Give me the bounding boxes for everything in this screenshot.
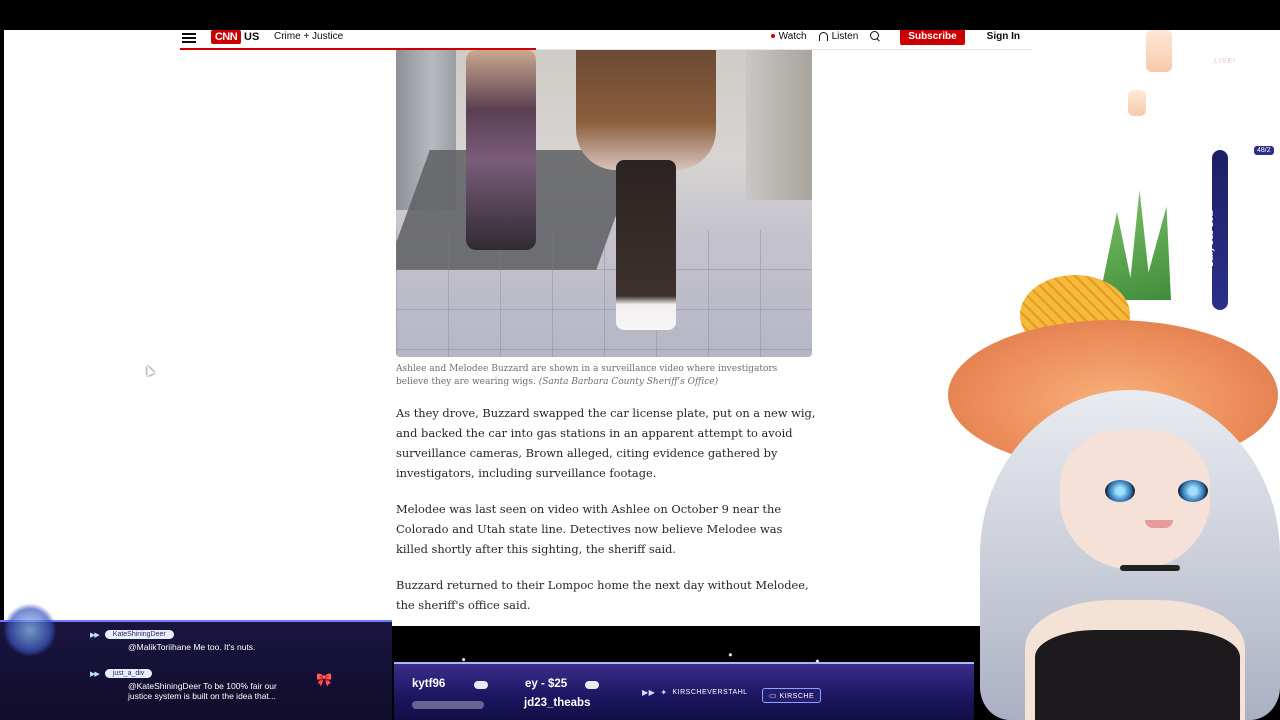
sign-in-link[interactable]: Sign In [977,31,1028,42]
lantern-deco [1146,30,1172,72]
arrow-icon: ▶▶ [642,688,656,697]
vtuber-avatar [940,180,1280,720]
social-handle: KIRSCHEVERSTAHL [672,689,748,696]
article-paragraph: Buzzard returned to their Lompoc home th… [396,578,809,612]
stream-chat: ▶▶ KateShiningDeer @MalikToriihane Me too… [0,620,392,720]
cnn-logo[interactable]: CNN [211,30,241,44]
search-icon[interactable] [870,31,880,41]
chat-bubble-icon: ▭ [769,691,778,700]
listen-label: Listen [831,30,859,42]
mouse-cursor-icon [143,363,155,377]
avatar-eye [1105,480,1135,502]
article-paragraph: Melodee was last seen on video with Ashl… [396,502,783,556]
chat-cat-deco [4,602,56,658]
watch-label: Watch [778,30,807,42]
sub-goal-count: 48/2 [1254,146,1274,155]
caption-credit: (Santa Barbara County Sheriff's Office) [538,377,719,387]
ticker-divider [585,681,599,689]
headphones-icon [818,31,828,41]
live-badge: LIVE! [1214,58,1237,65]
ticker-item: kytf96 [412,678,446,690]
avatar-top [1035,630,1240,720]
lantern-deco [1128,90,1146,116]
avatar-mouth [1145,520,1173,528]
chat-text: @MalikToriihane Me too. It's nuts. [128,642,256,652]
section-link-crime-justice[interactable]: Crime + Justice [274,30,343,44]
chat-message: ▶▶ just_a_div @KateShiningDeer To be 100%… [90,669,300,701]
chat-message: ▶▶ KateShiningDeer @MalikToriihane Me too… [90,630,300,652]
social-handle: KIRSCHE [779,693,815,700]
live-dot-icon [770,34,775,38]
listen-link[interactable]: Listen [818,30,859,42]
chat-username: KateShiningDeer [104,630,174,639]
chat-text: @KateShiningDeer To be 100% fair our jus… [128,681,277,701]
ticker-divider [412,701,484,709]
social-twitter: ▶▶ ✦ KIRSCHEVERSTAHL [642,688,748,697]
cnn-header: CNN US Crime + Justice Watch Listen Subs… [180,30,1032,50]
menu-icon[interactable] [182,31,196,45]
section-link-us[interactable]: US [244,30,259,44]
twitter-icon: ✦ [660,688,668,697]
social-discord: ▭ KIRSCHE [762,688,822,703]
surveillance-photo [396,50,812,357]
ticker-item: ey - $25 [525,678,568,690]
photo-caption: Ashlee and Melodee Buzzard are shown in … [396,363,812,389]
chat-arrow-icon: ▶▶ [90,670,100,678]
avatar-eye [1178,480,1208,502]
chat-username: just_a_div [104,669,153,678]
bow-icon: 🎀 [316,672,333,687]
ticker-divider [474,681,488,689]
social-handle-box: ▭ KIRSCHE [762,688,822,703]
article-paragraph: As they drove, Buzzard swapped the car l… [396,406,816,480]
subscribe-button[interactable]: Subscribe [900,30,965,45]
chat-arrow-icon: ▶▶ [90,631,100,639]
header-actions: Watch Listen Subscribe Sign In [770,30,1028,45]
avatar-choker [1120,565,1180,571]
watch-link[interactable]: Watch [770,30,807,42]
ticker-item: jd23_theabs [524,697,591,709]
